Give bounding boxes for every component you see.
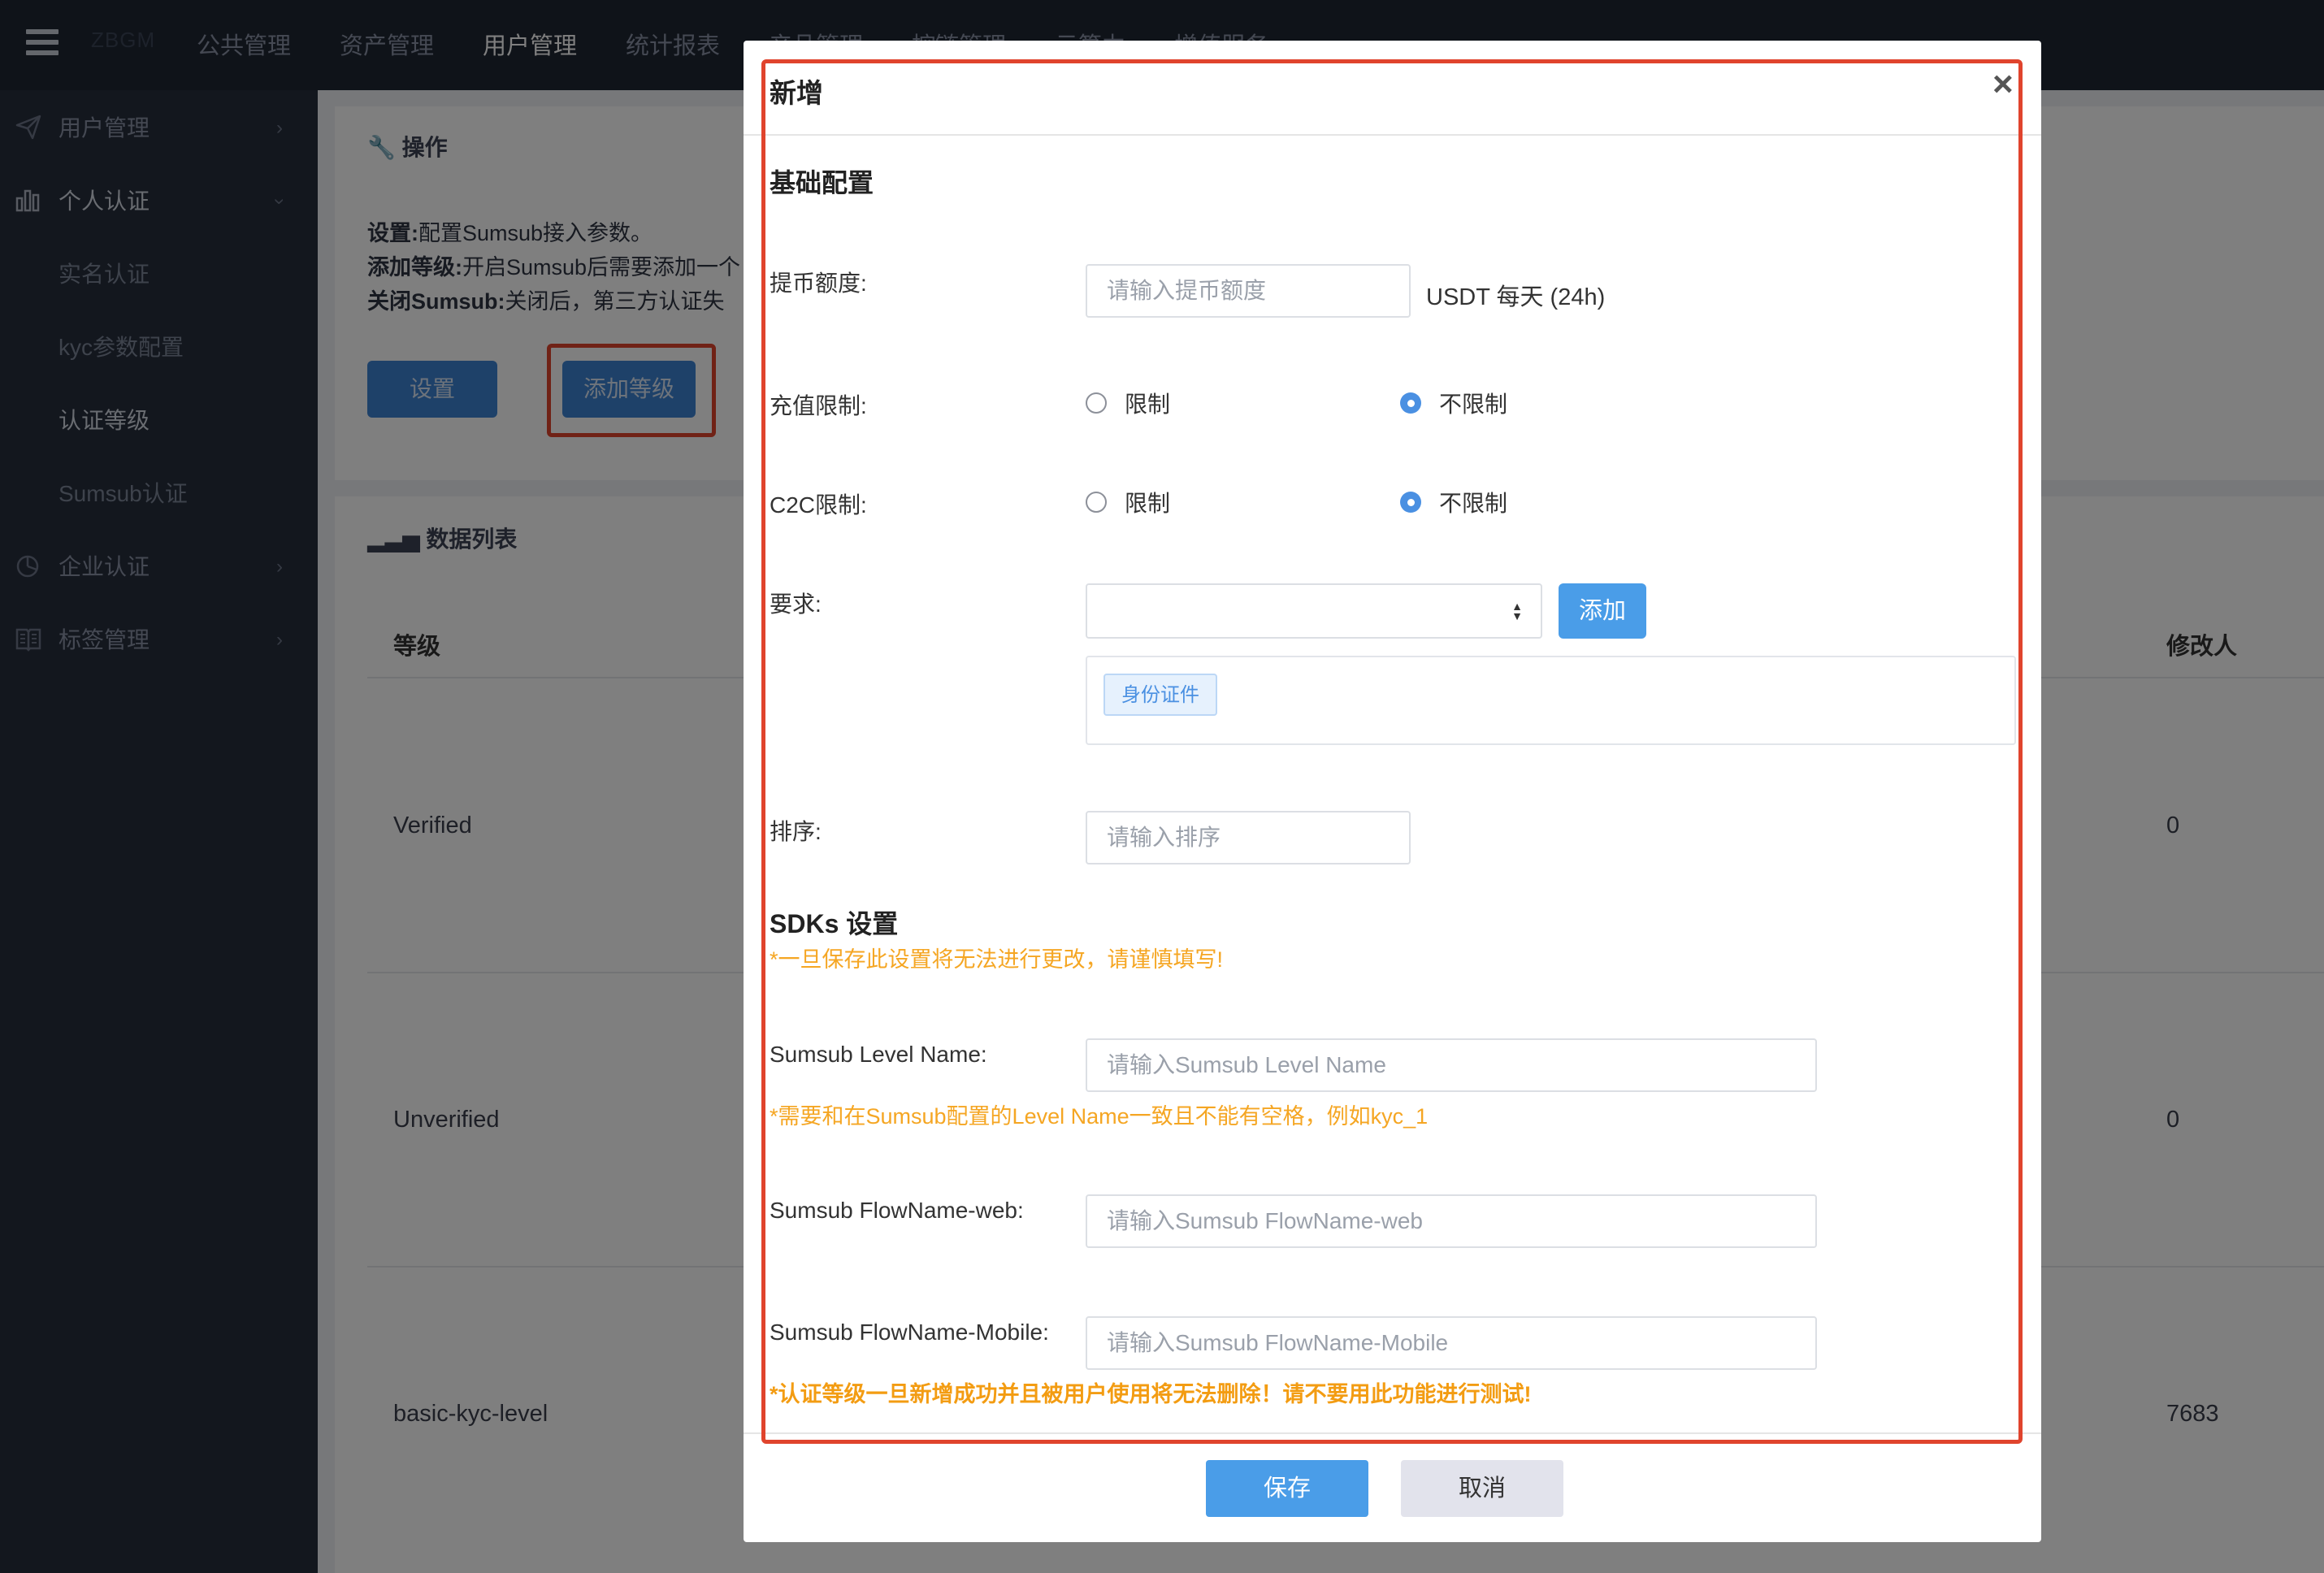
cancel-button[interactable]: 取消 bbox=[1401, 1460, 1563, 1517]
save-button[interactable]: 保存 bbox=[1206, 1460, 1368, 1517]
modal-form-highlight bbox=[761, 59, 2023, 1444]
